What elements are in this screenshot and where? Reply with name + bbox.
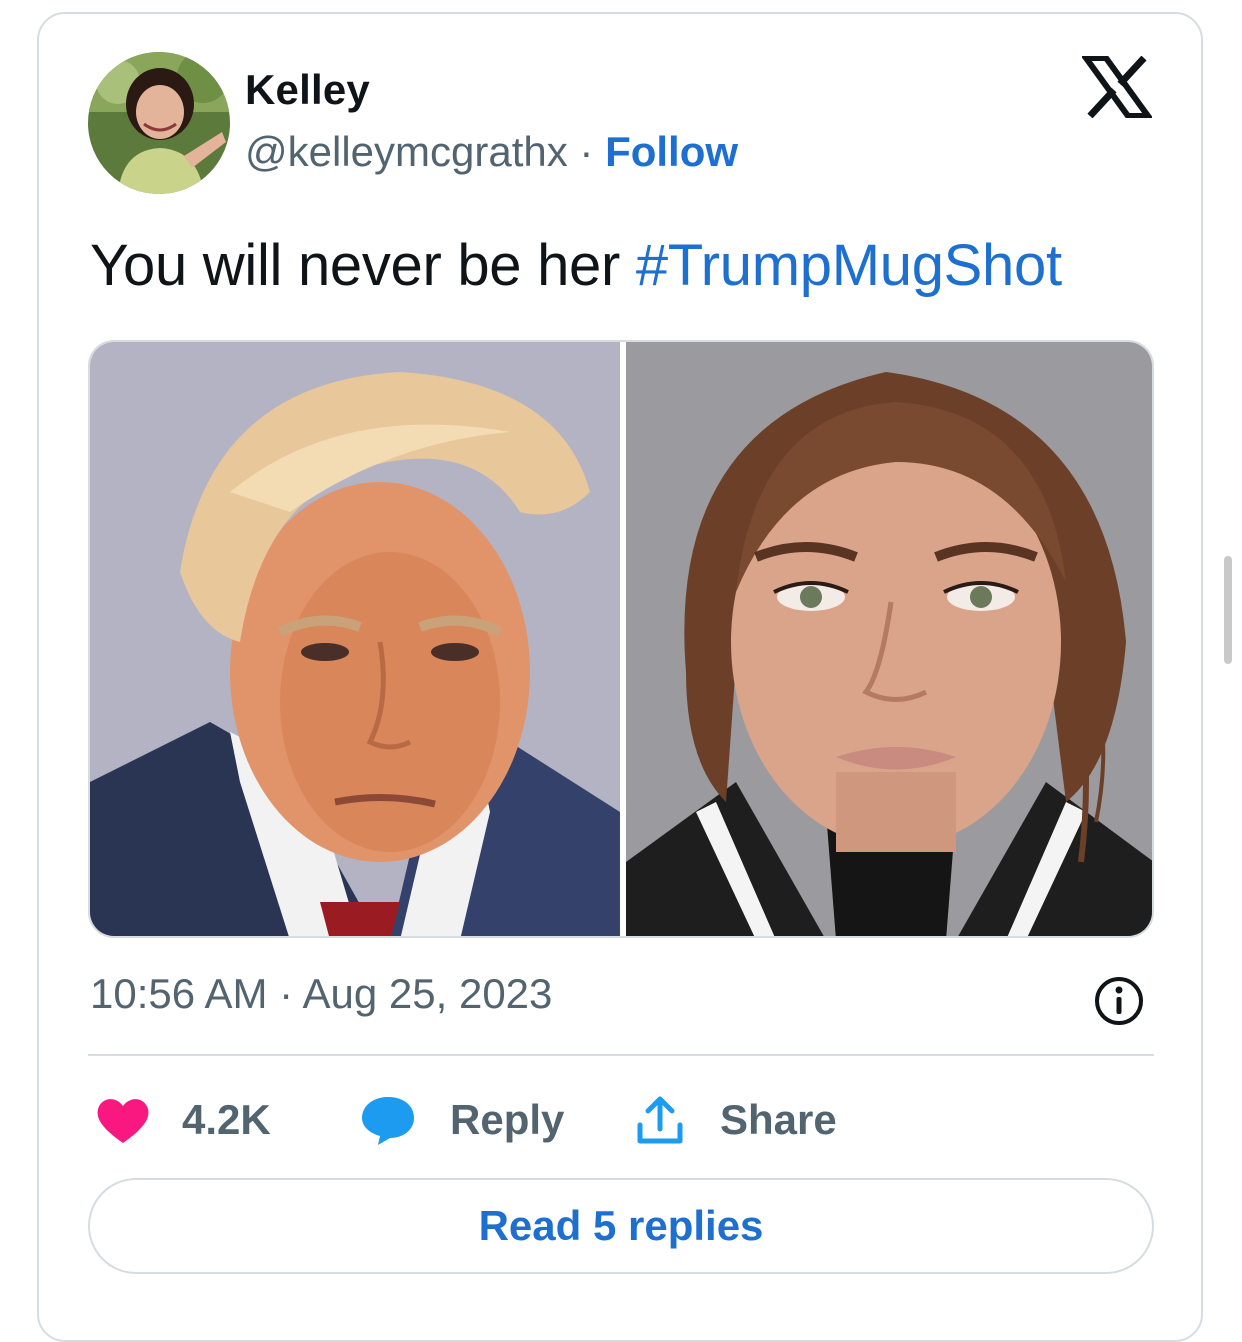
media-grid[interactable] xyxy=(88,340,1154,938)
share-button[interactable]: Share xyxy=(634,1090,837,1150)
read-replies-button[interactable]: Read 5 replies xyxy=(88,1178,1154,1274)
crescent-moon-icon xyxy=(390,64,446,120)
separator-dot: · xyxy=(279,970,294,1017)
share-icon xyxy=(637,1096,683,1144)
divider xyxy=(88,1054,1154,1056)
x-logo-icon[interactable] xyxy=(1080,55,1154,119)
avatar[interactable] xyxy=(88,52,230,194)
author-name[interactable]: Kelley xyxy=(245,66,370,114)
tweet-body: You will never be her xyxy=(90,233,621,298)
share-label: Share xyxy=(720,1096,837,1143)
scrollbar[interactable] xyxy=(1224,556,1232,664)
info-icon[interactable] xyxy=(1093,975,1145,1027)
mugshot-image-right[interactable] xyxy=(626,342,1152,936)
author-handle-row: @kelleymcgrathx · Follow xyxy=(245,128,738,176)
tweet-time: 10:56 AM xyxy=(90,970,268,1017)
tweet-timestamp[interactable]: 10:56 AM · Aug 25, 2023 xyxy=(90,970,552,1018)
mugshot-image-left[interactable] xyxy=(90,342,620,936)
tweet-date: Aug 25, 2023 xyxy=(302,970,553,1017)
like-button[interactable]: 4.2K xyxy=(96,1090,271,1150)
reply-bubble-icon xyxy=(362,1097,414,1145)
reply-button[interactable]: Reply xyxy=(360,1090,564,1150)
tweet-text: You will never be her #TrumpMugShot xyxy=(90,232,1062,299)
separator-dot: · xyxy=(579,128,594,175)
action-bar: 4.2K Reply Share xyxy=(0,1090,1242,1150)
author-handle[interactable]: @kelleymcgrathx xyxy=(245,128,568,175)
follow-button[interactable]: Follow xyxy=(605,128,738,175)
hashtag-link[interactable]: #TrumpMugShot xyxy=(636,233,1062,298)
reply-label: Reply xyxy=(450,1096,565,1143)
heart-icon xyxy=(97,1099,149,1143)
like-count: 4.2K xyxy=(182,1096,271,1143)
